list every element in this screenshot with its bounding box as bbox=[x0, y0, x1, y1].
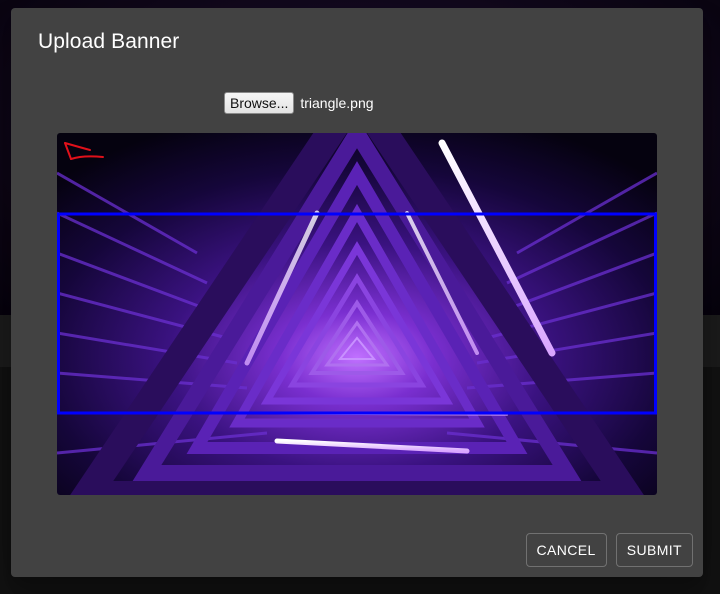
cancel-button[interactable]: CANCEL bbox=[525, 533, 607, 567]
image-crop-preview[interactable] bbox=[57, 133, 657, 495]
browse-button[interactable]: Browse... bbox=[224, 92, 295, 114]
file-input[interactable]: Browse... triangle.png bbox=[224, 92, 374, 114]
dialog-actions: CANCEL SUBMIT bbox=[525, 533, 693, 567]
upload-banner-dialog: Upload Banner Browse... triangle.png CAN… bbox=[11, 8, 703, 577]
dialog-title: Upload Banner bbox=[38, 30, 180, 53]
image-background bbox=[57, 133, 657, 495]
selected-file-name: triangle.png bbox=[300, 95, 374, 111]
submit-button[interactable]: SUBMIT bbox=[615, 533, 693, 567]
banner-image bbox=[57, 133, 657, 495]
